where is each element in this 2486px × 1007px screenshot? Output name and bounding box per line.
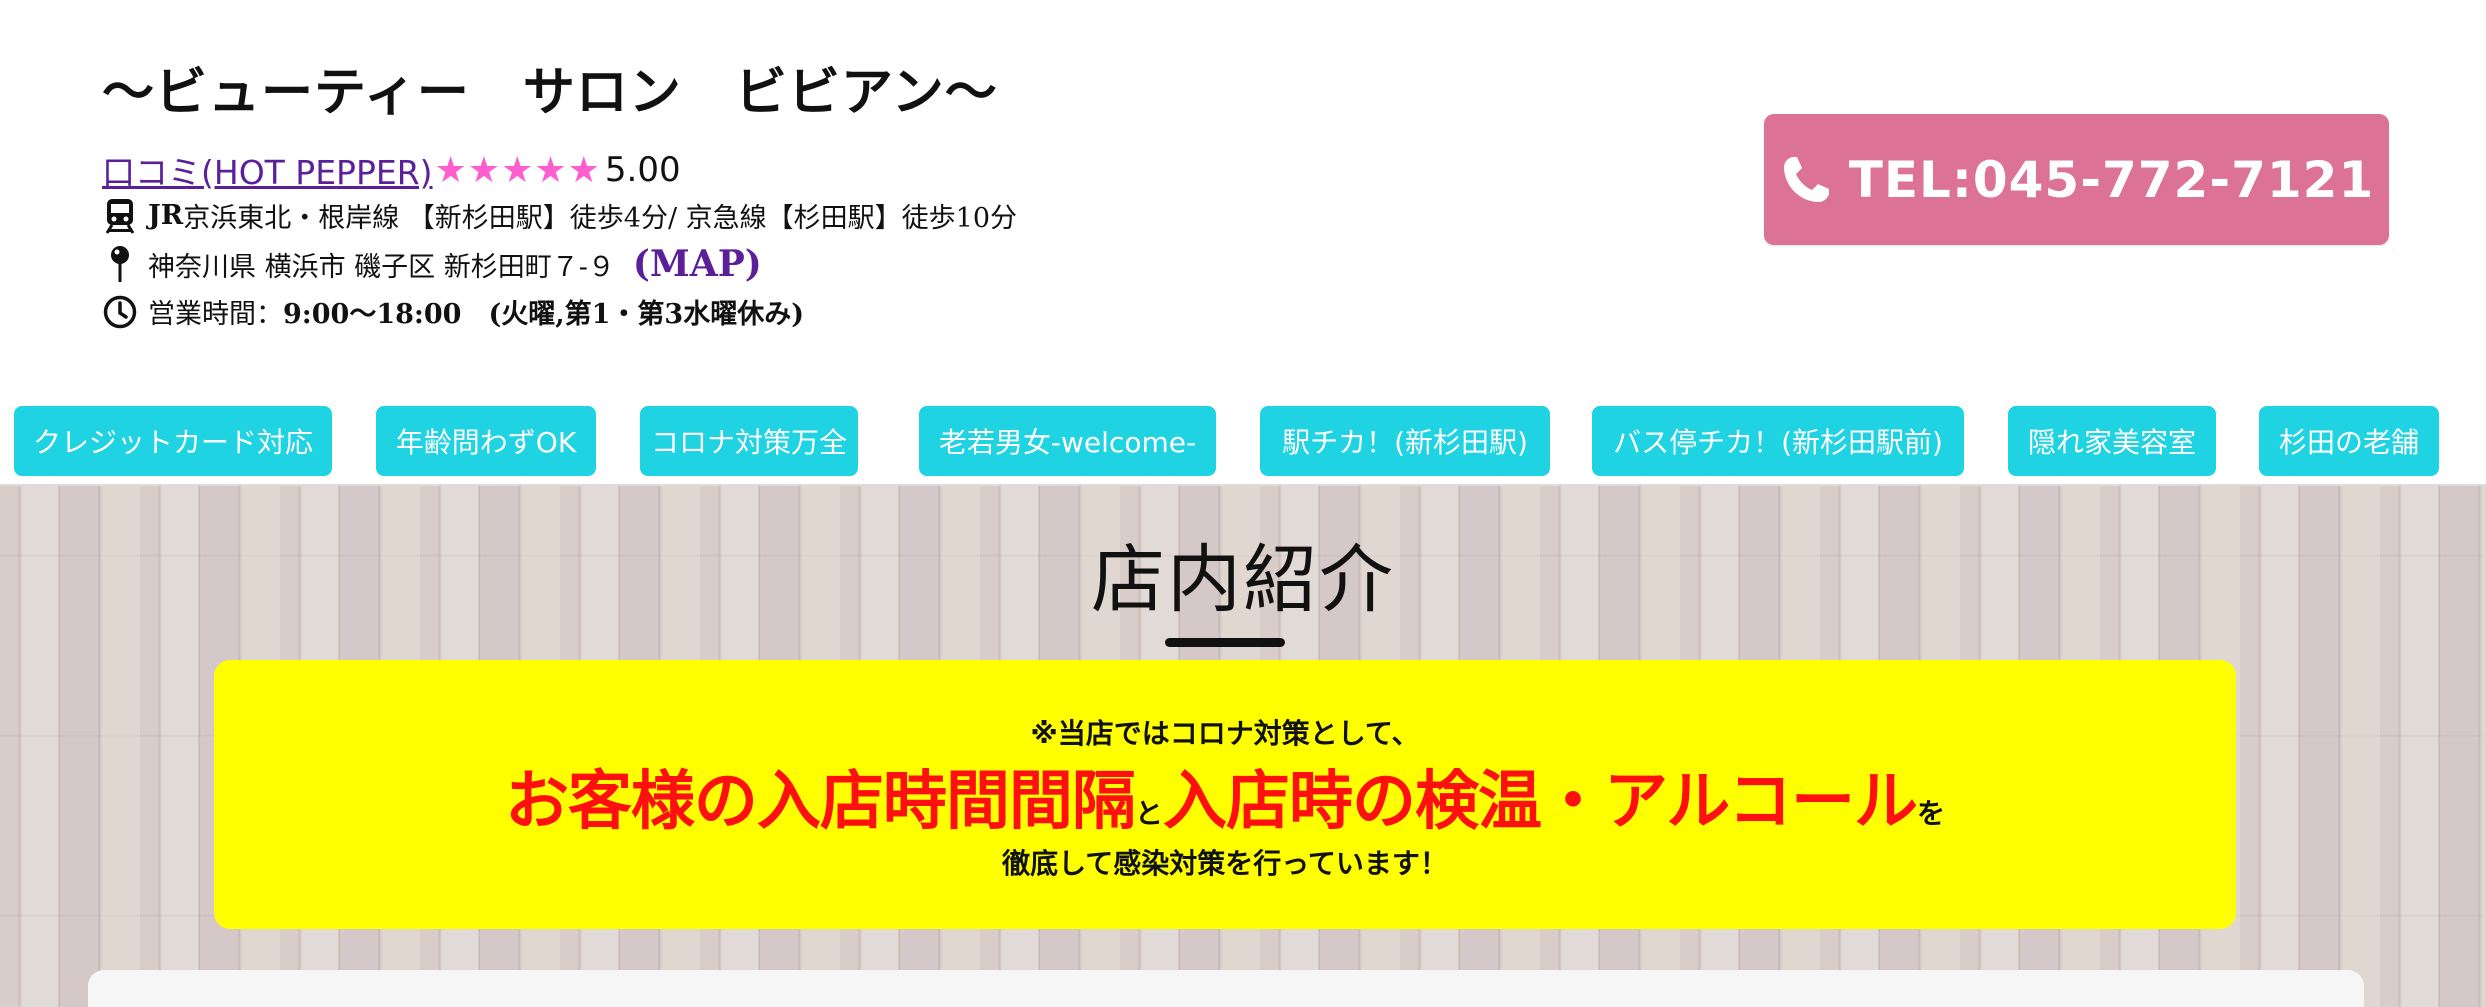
notice-line-2: お客様の入店時間間隔と入店時の検温・アルコールを bbox=[214, 750, 2236, 842]
train-icon bbox=[102, 197, 138, 235]
hours-info: 営業時間： 9:00〜18:00 (火曜,第1・第3水曜休み) bbox=[102, 292, 804, 331]
notice-line-3: 徹底して感染対策を行っています！ bbox=[1002, 847, 1448, 880]
hours-label: 営業時間： bbox=[148, 299, 283, 330]
tel-button[interactable]: TEL:045-772-7121 bbox=[1764, 114, 2389, 245]
notice-joiner: と bbox=[1134, 797, 1163, 830]
access-text: 京浜東北・根岸線 【新杉田駅】徒歩4分/ 京急線【杉田駅】徒歩10分 bbox=[183, 203, 1018, 234]
title-underline bbox=[1165, 638, 1285, 647]
tag-any-age[interactable]: 年齢問わずOK bbox=[376, 406, 596, 476]
tag-credit-card[interactable]: クレジットカード対応 bbox=[14, 406, 332, 476]
access-prefix: JR bbox=[148, 200, 184, 231]
address-info: 神奈川県 横浜市 磯子区 新杉田町７-９ (MAP) bbox=[102, 243, 762, 285]
rating-stars: ★★★★★ bbox=[434, 149, 601, 191]
notice-line-1: ※当店ではコロナ対策として、 bbox=[1030, 717, 1420, 750]
content-card bbox=[88, 970, 2364, 1007]
tel-label: TEL:045-772-7121 bbox=[1848, 150, 2375, 209]
notice-tail: を bbox=[1917, 797, 1946, 830]
shop-title: 〜ビューティー サロン ビビアン〜 bbox=[102, 63, 998, 123]
notice-emphasis-2: 入店時の検温・アルコール bbox=[1162, 765, 1918, 839]
address-text: 神奈川県 横浜市 磯子区 新杉田町７-９ bbox=[148, 251, 615, 283]
tag-long-established[interactable]: 杉田の老舗 bbox=[2259, 406, 2439, 476]
hours-closed: (火曜,第1・第3水曜休み) bbox=[461, 299, 804, 330]
reviews-row: 口コミ(HOT PEPPER) ★★★★★ 5.00 bbox=[102, 146, 681, 194]
access-info: JR 京浜東北・根岸線 【新杉田駅】徒歩4分/ 京急線【杉田駅】徒歩10分 bbox=[102, 196, 1017, 235]
notice-emphasis-1: お客様の入店時間間隔 bbox=[504, 765, 1136, 839]
tag-all-welcome[interactable]: 老若男女-welcome- bbox=[919, 406, 1216, 476]
tag-near-station[interactable]: 駅チカ！(新杉田駅) bbox=[1260, 406, 1550, 476]
section-title: 店内紹介 bbox=[1091, 537, 1395, 623]
feature-tags: クレジットカード対応 年齢問わずOK コロナ対策万全 老若男女-welcome-… bbox=[0, 406, 2486, 476]
tag-corona-measures[interactable]: コロナ対策万全 bbox=[640, 406, 858, 476]
clock-icon bbox=[102, 293, 138, 331]
hours-time: 9:00〜18:00 bbox=[283, 299, 462, 330]
rating-score: 5.00 bbox=[604, 150, 681, 190]
reviews-link[interactable]: 口コミ(HOT PEPPER) bbox=[102, 146, 433, 194]
corona-notice: ※当店ではコロナ対策として、 お客様の入店時間間隔と入店時の検温・アルコールを … bbox=[214, 660, 2236, 929]
tag-near-bus-stop[interactable]: バス停チカ！(新杉田駅前) bbox=[1592, 406, 1964, 476]
phone-icon bbox=[1779, 153, 1833, 207]
map-pin-icon bbox=[102, 245, 138, 283]
map-link[interactable]: (MAP) bbox=[633, 243, 762, 285]
tag-hideaway-salon[interactable]: 隠れ家美容室 bbox=[2008, 406, 2216, 476]
page-header: 〜ビューティー サロン ビビアン〜 口コミ(HOT PEPPER) ★★★★★ … bbox=[0, 0, 2486, 360]
